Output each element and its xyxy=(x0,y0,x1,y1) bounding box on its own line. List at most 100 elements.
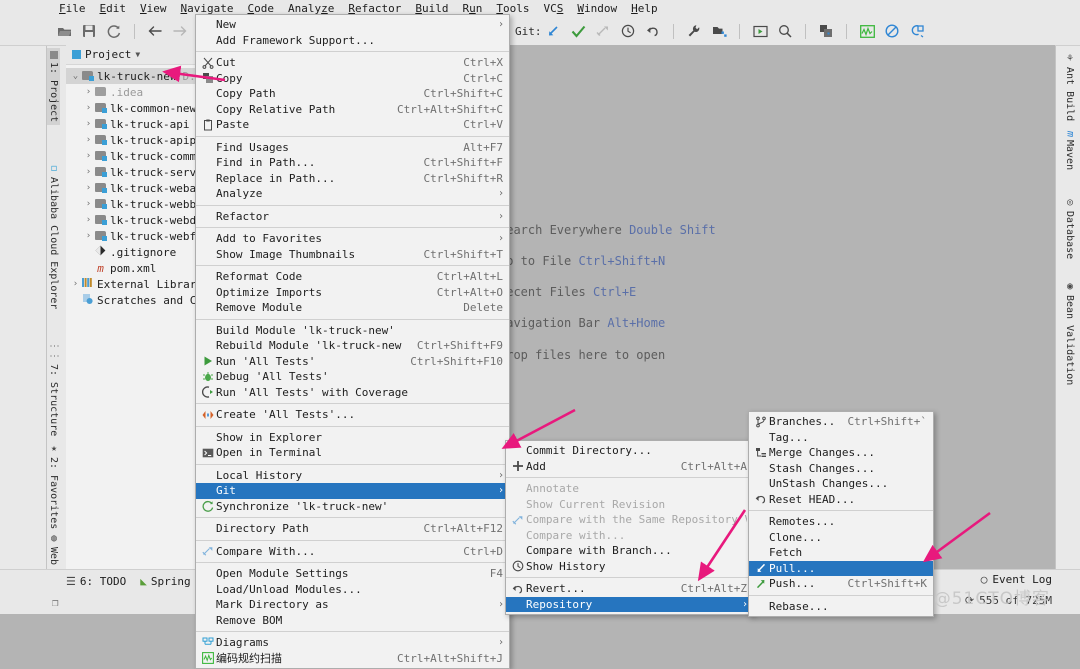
menu-item-copy-path[interactable]: Copy Path Ctrl+Shift+C xyxy=(196,86,509,102)
menu-item-paste[interactable]: Paste Ctrl+V xyxy=(196,117,509,133)
menu-item-open-module-settings[interactable]: Open Module Settings F4 xyxy=(196,566,509,582)
menu-item-编码规约扫描[interactable]: 编码规约扫描 Ctrl+Alt+Shift+J xyxy=(196,651,509,667)
copy-icon[interactable] xyxy=(818,23,834,39)
menu-item-run-all-tests-with-coverage[interactable]: Run 'All Tests' with Coverage xyxy=(196,385,509,401)
chevron-right-icon[interactable]: › xyxy=(83,167,94,177)
menu-item-synchronize-lk-truck-new[interactable]: Synchronize 'lk-truck-new' xyxy=(196,499,509,515)
menu-item-optimize-imports[interactable]: Optimize Imports Ctrl+Alt+O xyxy=(196,285,509,301)
menu-item-commit-directory[interactable]: Commit Directory... xyxy=(506,443,753,459)
sync-icon[interactable] xyxy=(106,23,122,39)
sidebar-item-database[interactable]: ◎ Database xyxy=(1063,194,1076,262)
menu-item-show-image-thumbnails[interactable]: Show Image Thumbnails Ctrl+Shift+T xyxy=(196,247,509,263)
chevron-right-icon[interactable]: › xyxy=(83,215,94,225)
rollback-icon[interactable] xyxy=(645,23,661,39)
run-icon[interactable] xyxy=(752,23,768,39)
save-icon[interactable] xyxy=(81,23,97,39)
menu-item-remotes[interactable]: Remotes... xyxy=(749,514,933,530)
chevron-right-icon[interactable]: › xyxy=(70,279,81,289)
menu-item-debug-all-tests[interactable]: Debug 'All Tests' xyxy=(196,369,509,385)
menu-item-copy[interactable]: Copy Ctrl+C xyxy=(196,71,509,87)
project-context-menu[interactable]: New › Add Framework Support... Cut Ctrl+X Cop… xyxy=(195,14,510,669)
menu-item-create-all-tests[interactable]: Create 'All Tests'... xyxy=(196,407,509,423)
sidebar-item-maven[interactable]: m Maven xyxy=(1063,128,1076,173)
menu-item-rebuild-module-lk-truck-new[interactable]: Rebuild Module 'lk-truck-new' Ctrl+Shift+… xyxy=(196,338,509,354)
chevron-right-icon[interactable]: › xyxy=(83,231,94,241)
menu-item-directory-path[interactable]: Directory Path Ctrl+Alt+F12 xyxy=(196,521,509,537)
status-spring[interactable]: ◣ Spring xyxy=(140,575,190,588)
menu-item-repository[interactable]: Repository › xyxy=(506,596,753,612)
repository-submenu[interactable]: Branches... Ctrl+Shift+` Tag... Merge Chang… xyxy=(748,411,934,617)
chevron-right-icon[interactable]: › xyxy=(83,135,94,145)
menu-item-rebase[interactable]: Rebase... xyxy=(749,599,933,615)
chevron-right-icon[interactable]: › xyxy=(83,183,94,193)
menu-item-load-unload-modules[interactable]: Load/Unload Modules... xyxy=(196,582,509,598)
open-folder-icon[interactable] xyxy=(56,23,72,39)
menu-item-add-framework-support[interactable]: Add Framework Support... xyxy=(196,33,509,49)
menu-item-remove-module[interactable]: Remove Module Delete xyxy=(196,300,509,316)
menu-item-find-in-path[interactable]: Find in Path... Ctrl+Shift+F xyxy=(196,155,509,171)
menu-item-show-in-explorer[interactable]: Show in Explorer xyxy=(196,430,509,446)
menu-item-analyze[interactable]: Analyze › xyxy=(196,186,509,202)
menu-item-reset-head[interactable]: Reset HEAD... xyxy=(749,492,933,508)
menu-item-refactor[interactable]: Refactor › xyxy=(196,209,509,225)
profiler-icon[interactable] xyxy=(859,23,875,39)
menu-item-replace-in-path[interactable]: Replace in Path... Ctrl+Shift+R xyxy=(196,171,509,187)
commit-icon[interactable] xyxy=(570,23,586,39)
sidebar-item-alibaba-cloud-explorer[interactable]: ◻ Alibaba Cloud Explorer xyxy=(47,160,60,312)
menu-item-branches[interactable]: Branches... Ctrl+Shift+` xyxy=(749,414,933,430)
settings-wrench-icon[interactable] xyxy=(686,23,702,39)
menu-item-stash-changes[interactable]: Stash Changes... xyxy=(749,461,933,477)
chevron-right-icon[interactable]: › xyxy=(83,151,94,161)
menu-file[interactable]: File xyxy=(52,1,93,16)
hide-window-icon[interactable]: ❐ xyxy=(52,596,59,609)
git-submenu[interactable]: Commit Directory... Add Ctrl+Alt+A Annotate… xyxy=(505,440,754,615)
menu-item-add[interactable]: Add Ctrl+Alt+A xyxy=(506,459,753,475)
block-icon[interactable] xyxy=(884,23,900,39)
menu-item-remove-bom[interactable]: Remove BOM xyxy=(196,613,509,629)
menu-item-unstash-changes[interactable]: UnStash Changes... xyxy=(749,476,933,492)
menu-item-push[interactable]: Push... Ctrl+Shift+K xyxy=(749,576,933,592)
menu-item-clone[interactable]: Clone... xyxy=(749,530,933,546)
chevron-down-icon[interactable]: ⌄ xyxy=(70,71,81,81)
menu-item-cut[interactable]: Cut Ctrl+X xyxy=(196,55,509,71)
menu-item-add-to-favorites[interactable]: Add to Favorites › xyxy=(196,231,509,247)
menu-item-show-history[interactable]: Show History xyxy=(506,559,753,575)
back-arrow-icon[interactable] xyxy=(147,23,163,39)
menu-item-open-in-terminal[interactable]: Open in Terminal xyxy=(196,445,509,461)
chevron-right-icon[interactable]: › xyxy=(83,199,94,209)
chevron-right-icon[interactable]: › xyxy=(83,87,94,97)
chevron-right-icon[interactable]: › xyxy=(83,103,94,113)
menu-item-build-module-lk-truck-new[interactable]: Build Module 'lk-truck-new' xyxy=(196,323,509,339)
sidebar-item-bean-validation[interactable]: ◉ Bean Validation xyxy=(1063,278,1076,388)
menu-item-new[interactable]: New › xyxy=(196,17,509,33)
chevron-right-icon[interactable]: › xyxy=(83,119,94,129)
menu-item-mark-directory-as[interactable]: Mark Directory as › xyxy=(196,597,509,613)
menu-vcs[interactable]: VCS xyxy=(536,1,570,16)
run-config-icon[interactable] xyxy=(711,23,727,39)
menu-item-copy-relative-path[interactable]: Copy Relative Path Ctrl+Alt+Shift+C xyxy=(196,102,509,118)
menu-item-git[interactable]: Git › xyxy=(196,483,509,499)
menu-item-revert[interactable]: Revert... Ctrl+Alt+Z xyxy=(506,581,753,597)
sidebar-item-ant-build[interactable]: ⚘ Ant Build xyxy=(1063,50,1076,124)
menu-item-fetch[interactable]: Fetch xyxy=(749,545,933,561)
menu-edit[interactable]: Edit xyxy=(93,1,134,16)
menu-item-find-usages[interactable]: Find Usages Alt+F7 xyxy=(196,140,509,156)
update-project-icon[interactable] xyxy=(545,23,561,39)
menu-view[interactable]: View xyxy=(133,1,174,16)
menu-item-run-all-tests[interactable]: Run 'All Tests' Ctrl+Shift+F10 xyxy=(196,354,509,370)
status-todo[interactable]: ☰ 6: TODO xyxy=(66,575,126,588)
history-icon[interactable] xyxy=(620,23,636,39)
menu-item-compare-with[interactable]: Compare With... Ctrl+D xyxy=(196,544,509,560)
menu-item-diagrams[interactable]: Diagrams › xyxy=(196,635,509,651)
menu-help[interactable]: Help xyxy=(624,1,665,16)
menu-item-compare-with-branch[interactable]: Compare with Branch... xyxy=(506,543,753,559)
menu-item-reformat-code[interactable]: Reformat Code Ctrl+Alt+L xyxy=(196,269,509,285)
sidebar-item-project[interactable]: 1: Project xyxy=(47,48,60,126)
sidebar-item-structure[interactable]: ⋮⋮ 7: Structure xyxy=(47,338,60,439)
menu-window[interactable]: Window xyxy=(570,1,624,16)
menu-item-tag[interactable]: Tag... xyxy=(749,430,933,446)
chevron-down-icon[interactable]: ▼ xyxy=(135,50,140,59)
sidebar-item-web[interactable]: ◍ Web xyxy=(47,530,60,568)
search-icon[interactable] xyxy=(777,23,793,39)
menu-item-merge-changes[interactable]: Merge Changes... xyxy=(749,445,933,461)
